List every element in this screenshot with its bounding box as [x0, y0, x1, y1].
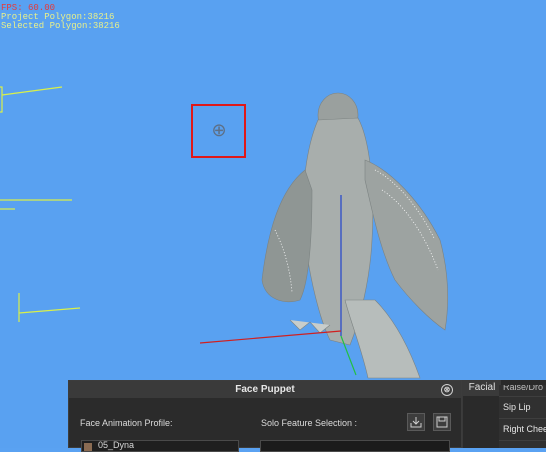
list-item[interactable]: Right Chee	[499, 419, 546, 441]
panel-title: Face Puppet	[235, 384, 295, 395]
face-puppet-panel: Face Puppet ⊗ Face Animation Profile: So…	[68, 380, 462, 452]
facial-list: Raise/Dro Sip Lip Right Chee	[499, 385, 546, 448]
list-item[interactable]: Sip Lip	[499, 397, 546, 419]
tab-facial[interactable]: Facial	[463, 380, 501, 396]
close-icon[interactable]: ⊗	[441, 384, 453, 396]
facial-panel: Facial Raise/Dro Sip Lip Right Chee	[462, 380, 546, 448]
panel-title-bar: Face Puppet ⊗	[69, 381, 461, 398]
profile-value: 05_Dyna	[98, 440, 135, 450]
save-icon[interactable]	[433, 413, 451, 431]
profile-label: Face Animation Profile:	[80, 418, 173, 428]
crosshair-icon[interactable]: ⊕	[210, 121, 228, 139]
x-axis	[199, 330, 342, 344]
solo-feature-area[interactable]	[260, 440, 450, 452]
list-item[interactable]: Raise/Dro	[499, 385, 546, 397]
grid-marker	[0, 86, 81, 322]
import-icon[interactable]	[407, 413, 425, 431]
solo-feature-label: Solo Feature Selection :	[261, 418, 358, 428]
profile-thumbnail	[84, 443, 92, 451]
profile-select[interactable]: 05_Dyna	[81, 440, 239, 452]
